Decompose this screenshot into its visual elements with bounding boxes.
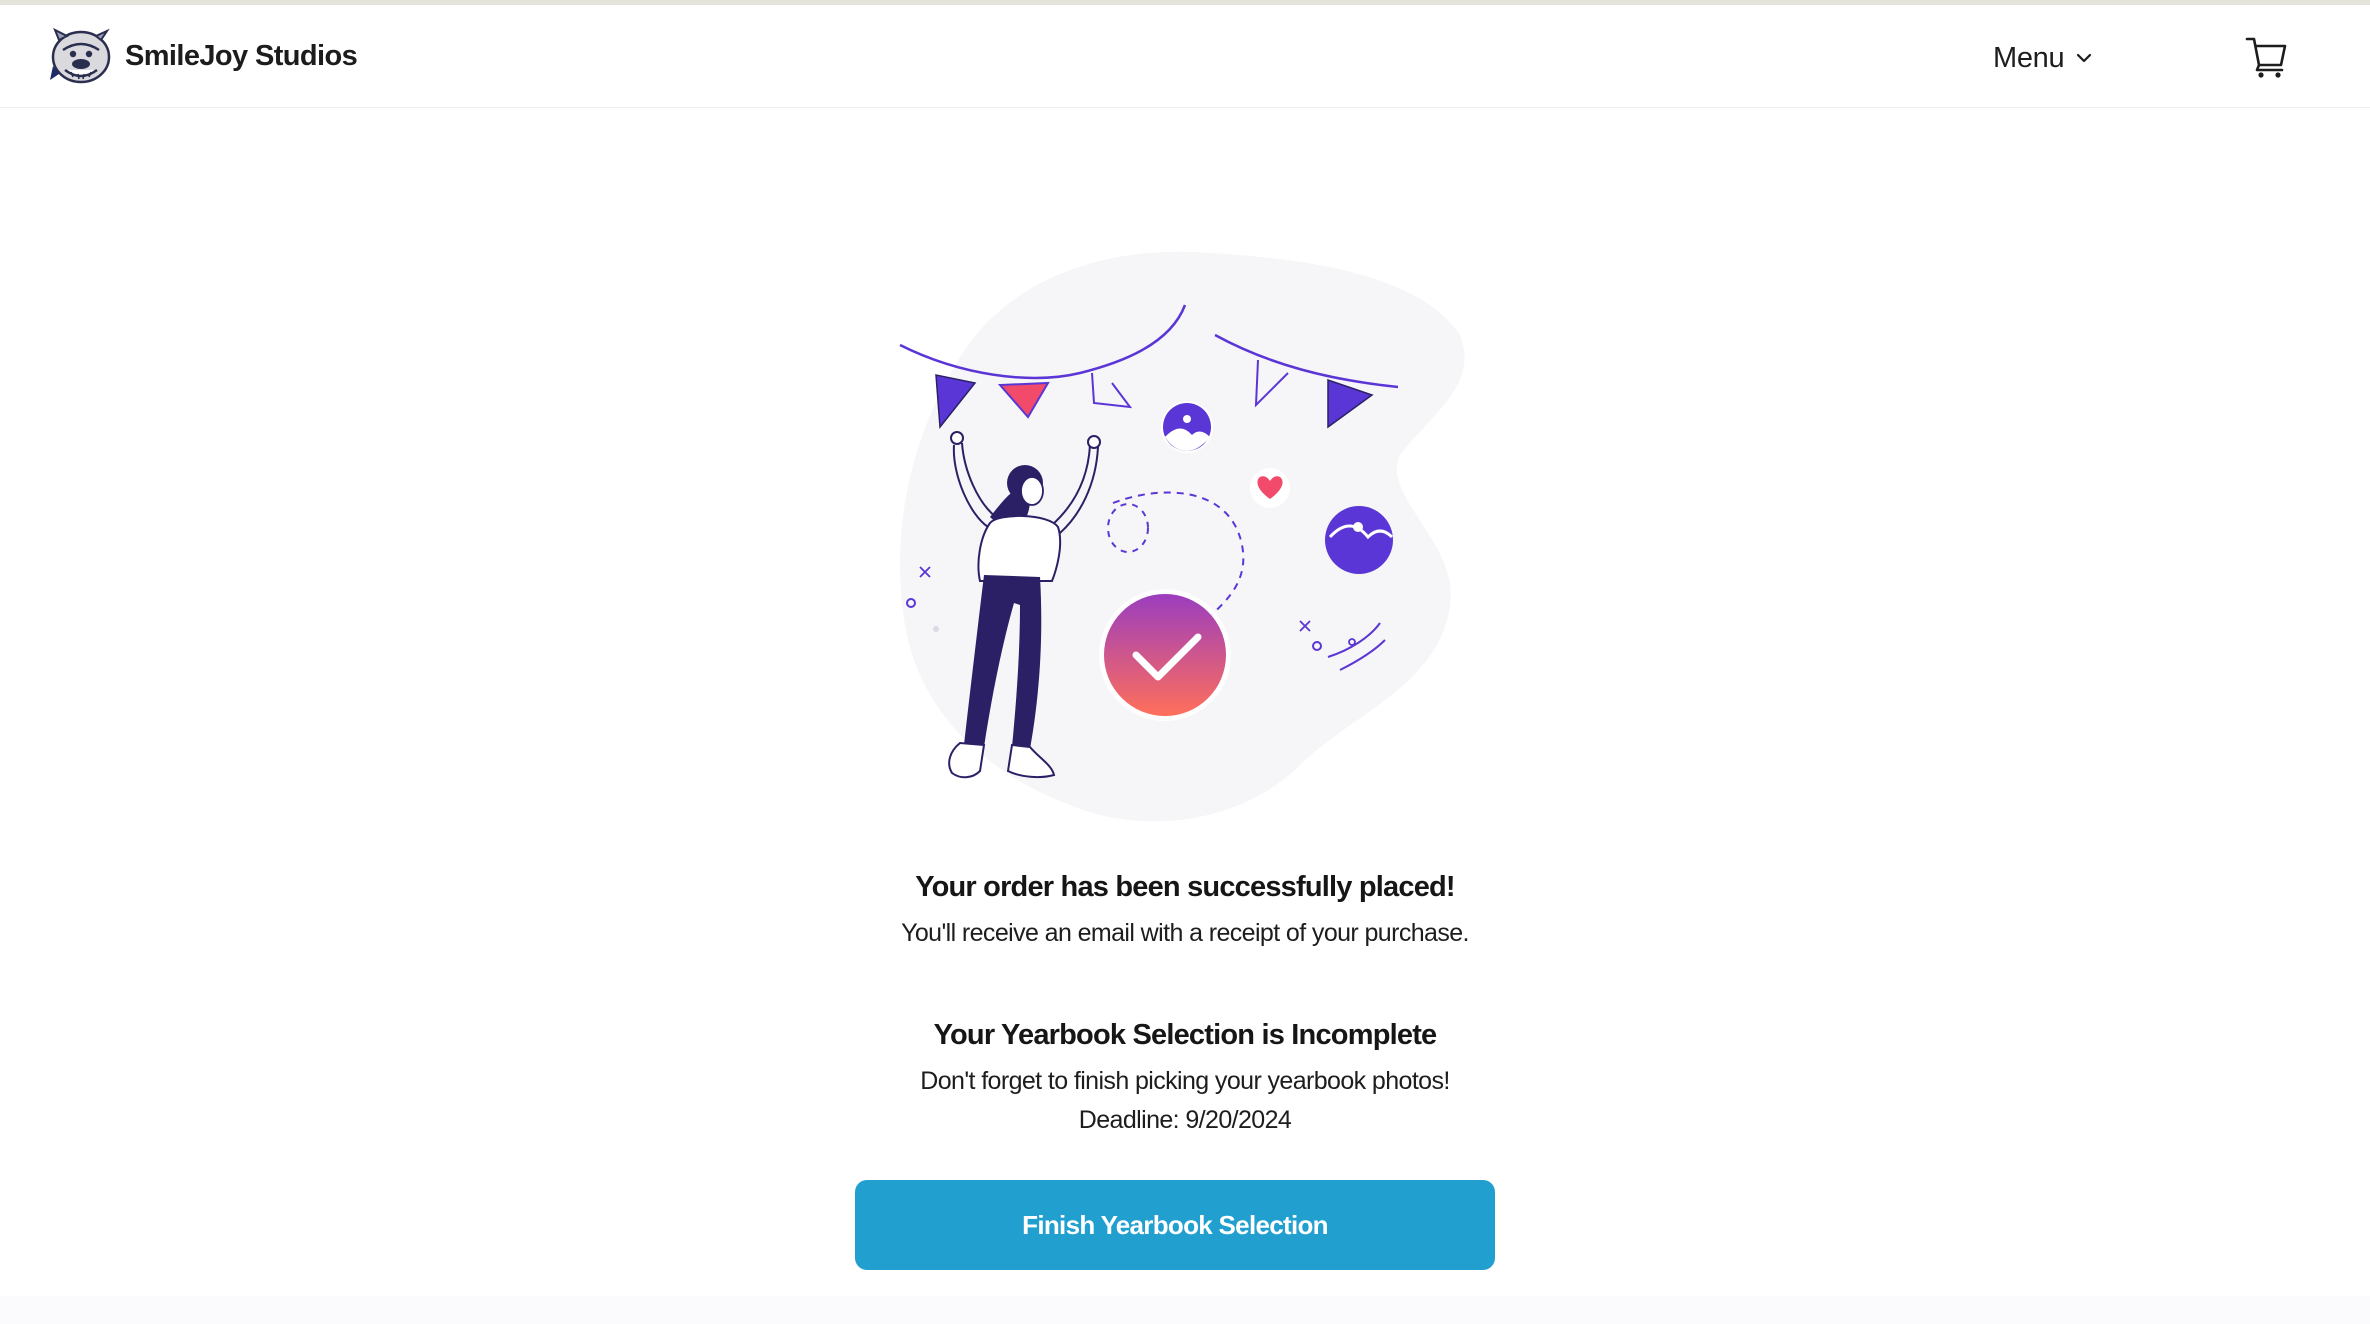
bulldog-mascot-icon[interactable] xyxy=(49,26,113,86)
menu-label: Menu xyxy=(1993,42,2065,74)
celebration-illustration xyxy=(880,245,1480,835)
yearbook-deadline: Deadline: 9/20/2024 xyxy=(1078,1106,1292,1134)
order-success-title: Your order has been successfully placed! xyxy=(915,871,1455,903)
chevron-down-icon xyxy=(2077,53,2092,63)
shopping-cart-icon[interactable] xyxy=(2245,35,2287,79)
yearbook-reminder-message: Don't forget to finish picking your year… xyxy=(920,1067,1450,1095)
finish-yearbook-selection-button[interactable]: Finish Yearbook Selection xyxy=(855,1180,1495,1270)
footer-strip xyxy=(0,1296,2370,1324)
yearbook-incomplete-title: Your Yearbook Selection is Incomplete xyxy=(933,1019,1438,1051)
order-success-subtitle: You'll receive an email with a receipt o… xyxy=(901,919,1469,947)
site-header: SmileJoy Studios Menu xyxy=(0,5,2370,108)
brand-name[interactable]: SmileJoy Studios xyxy=(125,39,358,73)
menu-button[interactable]: Menu xyxy=(1993,41,2092,75)
